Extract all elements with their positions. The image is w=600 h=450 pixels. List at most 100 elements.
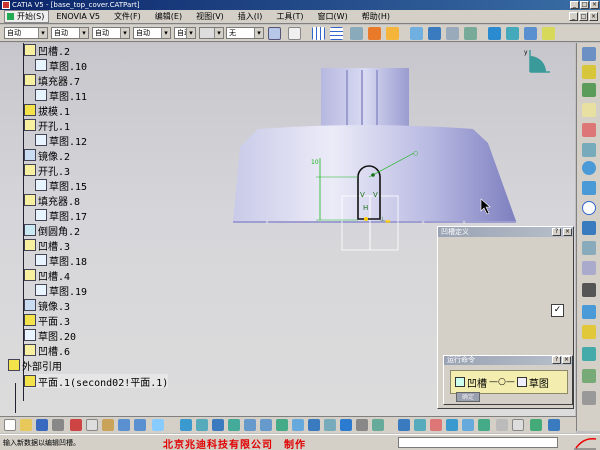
shaft-tool-icon[interactable] — [582, 103, 596, 117]
tree-item[interactable]: 草图.12 — [35, 133, 87, 148]
tree-item[interactable]: 草图.10 — [35, 58, 87, 73]
close-button[interactable]: × — [590, 1, 599, 9]
menu-file[interactable]: 文件(F) — [107, 11, 148, 22]
command-input[interactable] — [398, 437, 558, 448]
measure-tool-icon[interactable] — [582, 391, 596, 405]
zoom-out-icon[interactable] — [260, 419, 272, 431]
menu-help[interactable]: 帮助(H) — [355, 11, 397, 22]
doc-restore-button[interactable]: □ — [579, 12, 588, 21]
tree-item[interactable]: 平面.1(second02!平面.1) — [24, 374, 169, 389]
hole-tool-icon[interactable] — [582, 123, 596, 137]
paintbrush-icon[interactable] — [268, 27, 281, 40]
menu-insert[interactable]: 插入(I) — [231, 11, 270, 22]
work-on-support-icon[interactable] — [398, 419, 410, 431]
tree-item[interactable]: 草图.15 — [35, 178, 87, 193]
whats-this-icon[interactable] — [152, 419, 164, 431]
transform-tool-icon[interactable] — [582, 347, 596, 361]
copy-icon[interactable] — [86, 419, 98, 431]
menu-start[interactable]: 开始(S) — [4, 10, 50, 23]
minimize-button[interactable]: _ — [570, 1, 579, 9]
menu-tools[interactable]: 工具(T) — [269, 11, 310, 22]
compass-icon[interactable]: y — [522, 48, 552, 78]
menu-view[interactable]: 视图(V) — [189, 11, 231, 22]
tree-item[interactable]: 填充器.7 — [24, 73, 80, 88]
analysis-tool-icon[interactable] — [582, 369, 596, 383]
ok-button[interactable]: 确定 — [456, 392, 480, 402]
pan-icon[interactable] — [212, 419, 224, 431]
constraint-tool-icon[interactable] — [582, 325, 596, 339]
dimension-icon[interactable] — [386, 27, 399, 40]
pocket-command-label[interactable]: 凹槽 — [467, 375, 487, 390]
tree-item[interactable]: 镜像.2 — [24, 148, 70, 163]
menu-window[interactable]: 窗口(W) — [311, 11, 355, 22]
construction-element-icon[interactable] — [430, 419, 442, 431]
hide-show-icon[interactable] — [356, 419, 368, 431]
pad-tool-icon[interactable] — [582, 65, 596, 79]
analysis-icon[interactable] — [496, 419, 508, 431]
menu-enovia[interactable]: ENOVIA V5 — [49, 12, 107, 21]
tree-item[interactable]: 开孔.3 — [24, 163, 70, 178]
tree-item[interactable]: 草图.18 — [35, 253, 87, 268]
catia-app-icon[interactable] — [2, 1, 10, 9]
tree-item[interactable]: 草图.19 — [35, 283, 87, 298]
layer-combo[interactable]: 无 — [226, 27, 264, 39]
zoom-in-icon[interactable] — [244, 419, 256, 431]
sketch-command-label[interactable]: 草图 — [529, 375, 549, 390]
tree-item[interactable]: 外部引用 — [8, 358, 62, 373]
open-file-icon[interactable] — [20, 419, 32, 431]
chamfer-tool-icon[interactable] — [582, 181, 596, 195]
layer-swatch-combo[interactable] — [199, 27, 224, 39]
fillet-tool-icon[interactable] — [582, 161, 596, 175]
snap-to-point-icon[interactable] — [414, 419, 426, 431]
doc-minimize-button[interactable]: _ — [569, 12, 578, 21]
trim-icon[interactable] — [488, 27, 501, 40]
check-icon[interactable]: ✓ — [551, 304, 564, 317]
transparency-combo[interactable]: 自动 — [51, 27, 89, 39]
runcmd-help-button[interactable]: ? — [552, 356, 561, 364]
iso-view-icon[interactable] — [308, 419, 320, 431]
point-symbol-combo[interactable]: 自动 — [174, 27, 196, 39]
rib-tool-icon[interactable] — [582, 143, 596, 157]
mirror-tool-icon[interactable] — [506, 27, 519, 40]
fly-icon[interactable] — [180, 419, 192, 431]
tree-item[interactable]: 凹槽.2 — [24, 43, 70, 58]
snap-icon[interactable] — [330, 27, 343, 40]
pocket-tool-icon[interactable] — [582, 83, 596, 97]
tree-item[interactable]: 填充器.8 — [24, 193, 80, 208]
cut-icon[interactable] — [70, 419, 82, 431]
circle-tool-icon[interactable] — [582, 201, 596, 215]
exit-workbench-icon[interactable] — [478, 419, 490, 431]
save-icon[interactable] — [36, 419, 48, 431]
new-file-icon[interactable] — [4, 419, 16, 431]
construction-icon[interactable] — [350, 27, 363, 40]
tree-item[interactable]: 倒圆角.2 — [24, 223, 80, 238]
line-thickness-combo[interactable]: 自动 — [92, 27, 130, 39]
tree-item[interactable]: 平面.3 — [24, 313, 70, 328]
maximize-button[interactable]: □ — [580, 1, 589, 9]
color-combo[interactable]: 自动 — [4, 27, 48, 39]
tree-item[interactable]: 凹槽.3 — [24, 238, 70, 253]
sketcher-icon[interactable] — [582, 47, 596, 61]
dimensional-constraint-icon[interactable] — [462, 419, 474, 431]
line-tool-icon[interactable] — [582, 241, 596, 255]
dialog-close-button[interactable]: × — [563, 228, 572, 236]
eraser-icon[interactable] — [542, 27, 555, 40]
render-style-icon[interactable] — [340, 419, 352, 431]
tree-item[interactable]: 开孔.1 — [24, 118, 70, 133]
point-tool-icon[interactable] — [582, 283, 596, 297]
tree-item[interactable]: 镜像.3 — [24, 298, 70, 313]
spline-icon[interactable] — [464, 27, 477, 40]
undo-icon[interactable] — [118, 419, 130, 431]
blank-icon[interactable] — [288, 27, 301, 40]
dimension-value[interactable]: 10 — [311, 159, 319, 166]
tree-item[interactable]: 凹槽.6 — [24, 343, 70, 358]
menu-edit[interactable]: 编辑(E) — [148, 11, 189, 22]
grid-icon[interactable] — [312, 27, 325, 40]
axis-tool-icon[interactable] — [582, 261, 596, 275]
print-icon[interactable] — [52, 419, 64, 431]
dialog-help-button[interactable]: ? — [552, 228, 561, 236]
trim-tool-icon[interactable] — [582, 305, 596, 319]
tree-item[interactable]: 草图.20 — [24, 328, 76, 343]
tree-item[interactable]: 草图.11 — [35, 88, 87, 103]
redo-icon[interactable] — [134, 419, 146, 431]
